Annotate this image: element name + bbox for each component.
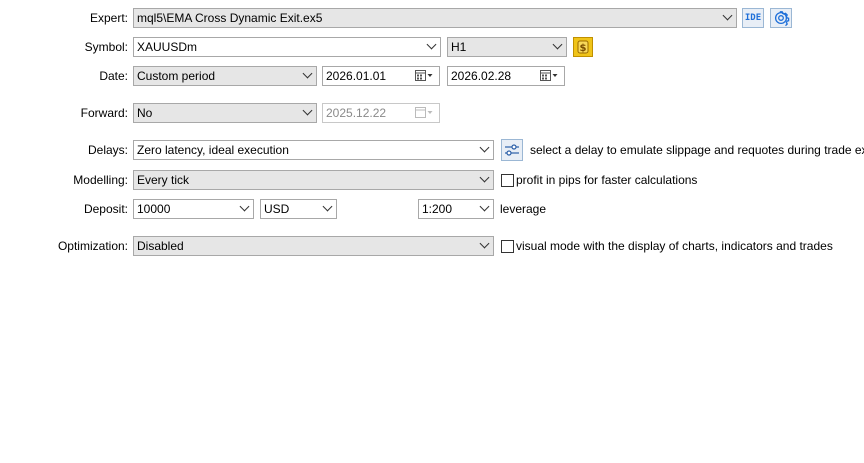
chevron-down-icon xyxy=(302,105,313,116)
deposit-label: Deposit: xyxy=(83,202,128,216)
delays-select-value: Zero latency, ideal execution xyxy=(137,143,289,157)
chevron-down-icon xyxy=(302,68,313,79)
calendar-icon xyxy=(415,70,433,81)
optimization-select-value: Disabled xyxy=(137,239,184,253)
date-mode-value: Custom period xyxy=(137,69,216,83)
dollar-coin-icon: $ xyxy=(577,40,589,54)
forward-label: Forward: xyxy=(80,106,128,120)
date-from-value: 2026.01.01 xyxy=(326,69,387,83)
date-to-picker[interactable]: 2026.02.28 xyxy=(447,66,565,86)
profit-in-pips-label: profit in pips for faster calculations xyxy=(516,173,698,187)
leverage-label: leverage xyxy=(500,202,547,216)
deposit-amount-value: 10000 xyxy=(137,202,171,216)
date-label: Date: xyxy=(99,69,128,83)
expert-select[interactable]: mql5\EMA Cross Dynamic Exit.ex5 xyxy=(133,8,737,28)
visual-mode-label: visual mode with the display of charts, … xyxy=(516,239,833,253)
date-to-value: 2026.02.28 xyxy=(451,69,512,83)
visual-mode-checkbox[interactable] xyxy=(501,240,514,253)
date-mode-select[interactable]: Custom period xyxy=(133,66,317,86)
chevron-down-icon xyxy=(479,238,490,249)
svg-text:$: $ xyxy=(580,43,587,54)
sliders-icon xyxy=(505,144,519,156)
expert-select-value: mql5\EMA Cross Dynamic Exit.ex5 xyxy=(137,11,323,25)
chevron-down-icon xyxy=(479,142,490,153)
expert-label: Expert: xyxy=(89,11,128,25)
timeframe-select[interactable]: H1 xyxy=(447,37,567,57)
timeframe-select-value: H1 xyxy=(451,40,467,54)
optimization-label: Optimization: xyxy=(57,239,128,253)
symbol-select[interactable]: XAUUSDm xyxy=(133,37,441,57)
deposit-currency-select[interactable]: USD xyxy=(260,199,337,219)
gear-icon xyxy=(774,11,790,27)
forward-date-picker: 2025.12.22 xyxy=(322,103,440,123)
profit-in-pips-checkbox[interactable] xyxy=(501,174,514,187)
chevron-down-icon xyxy=(426,39,437,50)
ide-button-label: IDE xyxy=(744,13,762,23)
chevron-down-icon xyxy=(479,201,490,212)
deposit-amount-select[interactable]: 10000 xyxy=(133,199,254,219)
leverage-select[interactable]: 1:200 xyxy=(418,199,494,219)
settings-button[interactable] xyxy=(770,8,792,28)
delays-label: Delays: xyxy=(87,143,128,157)
chevron-down-icon xyxy=(722,10,733,21)
date-from-picker[interactable]: 2026.01.01 xyxy=(322,66,440,86)
forward-date-value: 2025.12.22 xyxy=(326,106,387,120)
forward-mode-select[interactable]: No xyxy=(133,103,317,123)
symbol-label: Symbol: xyxy=(84,40,128,54)
forward-mode-value: No xyxy=(137,106,153,120)
symbol-properties-button[interactable]: $ xyxy=(573,37,593,57)
calendar-icon xyxy=(415,107,433,118)
delays-hint: select a delay to emulate slippage and r… xyxy=(530,143,864,157)
leverage-value: 1:200 xyxy=(422,202,453,216)
symbol-select-value: XAUUSDm xyxy=(137,40,198,54)
modelling-label: Modelling: xyxy=(73,173,128,187)
delays-select[interactable]: Zero latency, ideal execution xyxy=(133,140,494,160)
ide-button[interactable]: IDE xyxy=(742,8,764,28)
calendar-icon xyxy=(540,70,558,81)
optimization-select[interactable]: Disabled xyxy=(133,236,494,256)
chevron-down-icon xyxy=(322,201,333,212)
deposit-currency-value: USD xyxy=(264,202,290,216)
modelling-select-value: Every tick xyxy=(137,173,190,187)
chevron-down-icon xyxy=(479,172,490,183)
delay-settings-button[interactable] xyxy=(501,139,523,161)
modelling-select[interactable]: Every tick xyxy=(133,170,494,190)
chevron-down-icon xyxy=(552,39,563,50)
chevron-down-icon xyxy=(239,201,250,212)
